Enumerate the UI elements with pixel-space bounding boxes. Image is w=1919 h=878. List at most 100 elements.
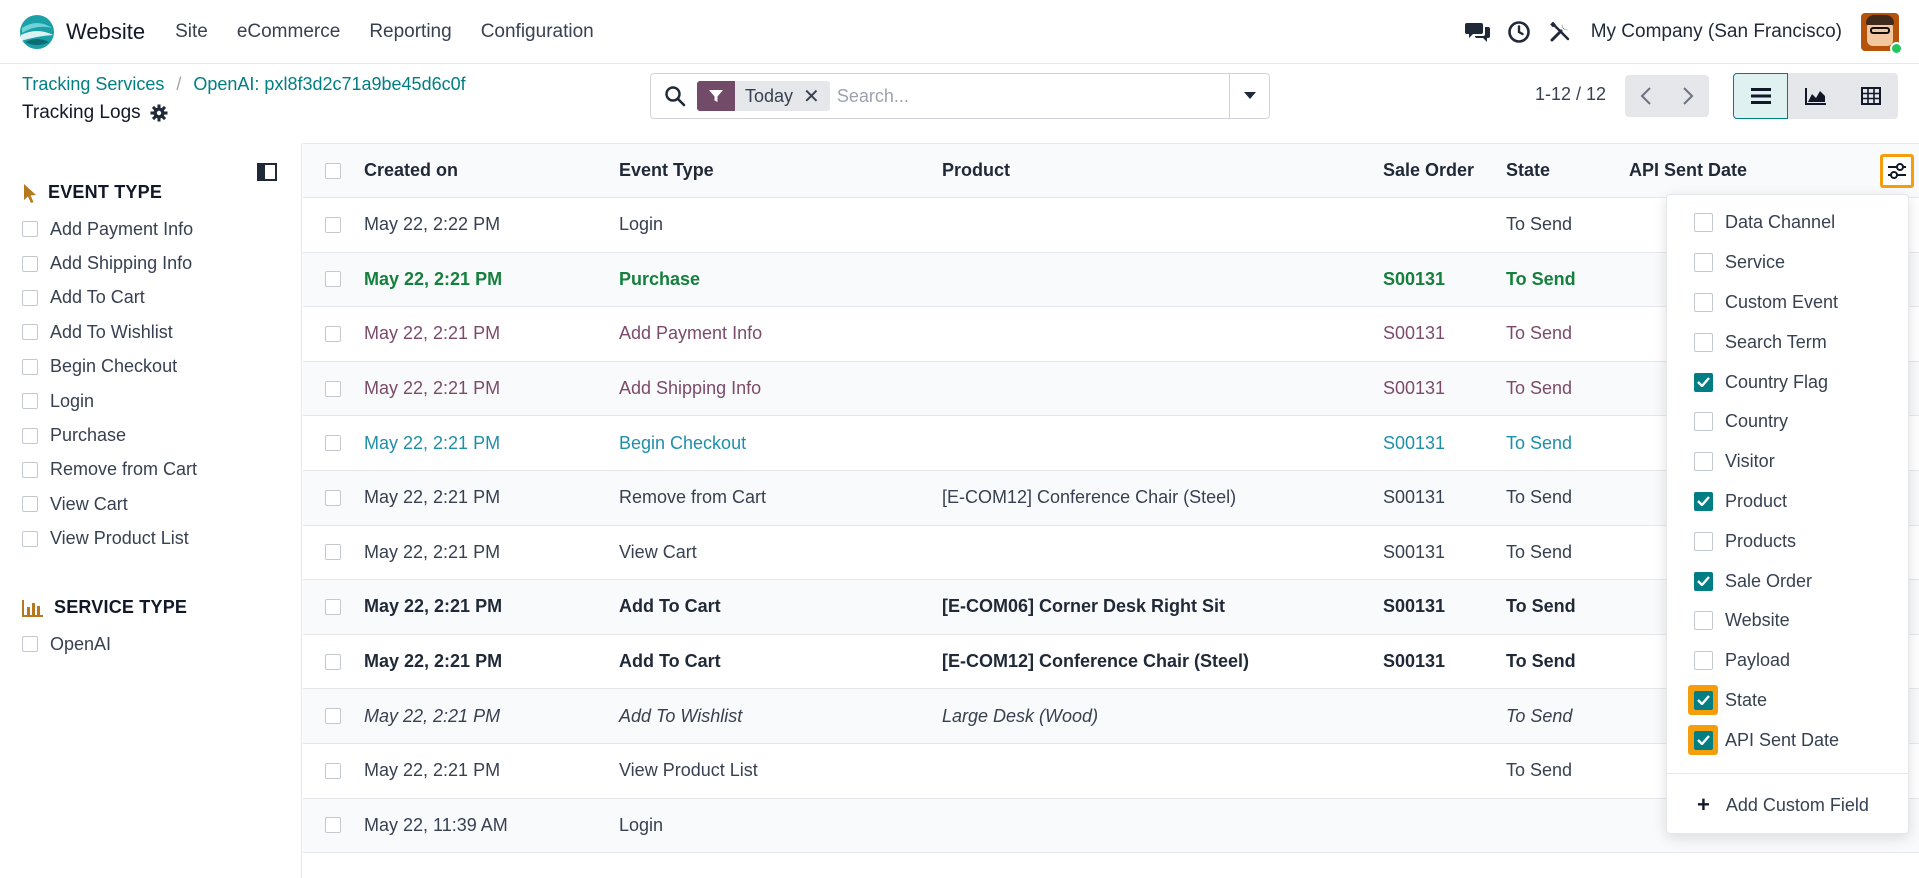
row-checkbox[interactable]: [325, 271, 341, 288]
optional-columns-toggle[interactable]: [1880, 154, 1914, 188]
event-type-filter-item[interactable]: View Cart: [22, 487, 197, 521]
gear-icon[interactable]: [150, 104, 168, 122]
service-type-filter-checkbox[interactable]: [22, 636, 38, 653]
cell-state: To Send: [1506, 214, 1573, 235]
event-type-filter-checkbox[interactable]: [22, 461, 38, 478]
optional-column-item[interactable]: Visitor: [1667, 442, 1908, 482]
select-all-checkbox[interactable]: [325, 162, 341, 179]
clock-icon[interactable]: [1505, 18, 1533, 46]
optional-column-checkbox[interactable]: [1693, 730, 1713, 750]
event-type-filter-checkbox[interactable]: [22, 324, 38, 341]
event-type-filter-item[interactable]: Add Payment Info: [22, 212, 197, 246]
event-type-filter-item[interactable]: Login: [22, 384, 197, 418]
optional-column-item[interactable]: Country Flag: [1667, 362, 1908, 402]
breadcrumb-tracking-services[interactable]: Tracking Services: [22, 74, 164, 95]
optional-column-checkbox[interactable]: [1694, 253, 1713, 273]
optional-column-checkbox[interactable]: [1694, 491, 1713, 511]
pager-value[interactable]: 1-12 / 12: [1535, 84, 1606, 105]
chat-icon[interactable]: [1464, 18, 1492, 46]
event-type-filter-checkbox[interactable]: [22, 358, 38, 375]
column-event-type[interactable]: Event Type: [619, 144, 714, 197]
optional-column-item[interactable]: Country: [1667, 402, 1908, 442]
event-type-filter-checkbox[interactable]: [22, 255, 38, 272]
menu-ecommerce[interactable]: eCommerce: [237, 21, 340, 43]
optional-column-item[interactable]: API Sent Date: [1667, 720, 1908, 760]
add-custom-field-label: Add Custom Field: [1725, 794, 1869, 815]
event-type-filter-item[interactable]: Add To Cart: [22, 281, 197, 315]
optional-column-item[interactable]: Custom Event: [1667, 283, 1908, 323]
breadcrumb-openai-service[interactable]: OpenAI: pxl8f3d2c71a9be45d6c0f: [193, 74, 465, 95]
event-type-filter-checkbox[interactable]: [22, 530, 38, 547]
row-checkbox[interactable]: [325, 435, 341, 452]
cell-product: Large Desk (Wood): [942, 705, 1099, 726]
column-product[interactable]: Product: [942, 144, 1010, 197]
collapse-panel-icon[interactable]: [257, 163, 277, 181]
row-checkbox[interactable]: [325, 762, 341, 779]
row-checkbox[interactable]: [325, 325, 341, 342]
row-checkbox[interactable]: [325, 544, 341, 561]
row-checkbox[interactable]: [325, 216, 341, 233]
column-api-sent-date[interactable]: API Sent Date: [1629, 144, 1747, 197]
list-view-button[interactable]: [1733, 73, 1788, 119]
optional-column-label: Country: [1725, 411, 1789, 432]
optional-column-item[interactable]: Products: [1667, 521, 1908, 561]
optional-column-item[interactable]: Product: [1667, 482, 1908, 522]
column-state[interactable]: State: [1506, 144, 1550, 197]
optional-column-checkbox[interactable]: [1693, 690, 1713, 710]
menu-site[interactable]: Site: [175, 21, 208, 43]
event-type-filter-item[interactable]: Add To Wishlist: [22, 315, 197, 349]
row-checkbox[interactable]: [325, 380, 341, 397]
event-type-filter-checkbox[interactable]: [22, 427, 38, 444]
pivot-view-button[interactable]: [1843, 73, 1898, 119]
add-custom-field-button[interactable]: + Add Custom Field: [1697, 792, 1869, 818]
menu-reporting[interactable]: Reporting: [369, 21, 451, 43]
company-switcher[interactable]: My Company (San Francisco): [1591, 21, 1842, 43]
optional-column-checkbox[interactable]: [1694, 213, 1713, 233]
optional-column-item[interactable]: Website: [1667, 601, 1908, 641]
optional-column-item[interactable]: Payload: [1667, 641, 1908, 681]
optional-column-label: Search Term: [1725, 331, 1827, 352]
optional-column-item[interactable]: State: [1667, 681, 1908, 721]
event-type-filter-item[interactable]: Purchase: [22, 418, 197, 452]
event-type-filter-checkbox[interactable]: [22, 221, 38, 238]
menu-configuration[interactable]: Configuration: [481, 21, 594, 43]
optional-column-checkbox[interactable]: [1694, 412, 1713, 432]
optional-column-checkbox[interactable]: [1694, 292, 1713, 312]
optional-column-item[interactable]: Data Channel: [1667, 203, 1908, 243]
event-type-filter-item[interactable]: View Product List: [22, 522, 197, 556]
event-type-filter-checkbox[interactable]: [22, 289, 38, 306]
search-icon[interactable]: [664, 85, 686, 107]
event-type-filter-item[interactable]: Begin Checkout: [22, 350, 197, 384]
row-checkbox[interactable]: [325, 817, 341, 834]
graph-view-button[interactable]: [1788, 73, 1843, 119]
search-options-toggle[interactable]: [1229, 74, 1269, 118]
service-type-filter-item[interactable]: OpenAI: [22, 627, 187, 661]
pager-next-button[interactable]: [1667, 75, 1709, 117]
event-type-filter-checkbox[interactable]: [22, 393, 38, 410]
optional-column-checkbox[interactable]: [1694, 452, 1713, 472]
event-type-filter-item[interactable]: Add Shipping Info: [22, 246, 197, 280]
optional-column-checkbox[interactable]: [1694, 372, 1713, 392]
facet-remove-icon[interactable]: ✕: [803, 84, 820, 109]
column-created-on[interactable]: Created on: [364, 144, 458, 197]
optional-column-checkbox[interactable]: [1694, 531, 1713, 551]
row-checkbox[interactable]: [325, 598, 341, 615]
pager-previous-button[interactable]: [1625, 75, 1667, 117]
optional-column-checkbox[interactable]: [1694, 611, 1713, 631]
search-input[interactable]: [834, 84, 1215, 108]
optional-column-item[interactable]: Service: [1667, 243, 1908, 283]
row-checkbox[interactable]: [325, 653, 341, 670]
optional-column-item[interactable]: Sale Order: [1667, 561, 1908, 601]
optional-column-checkbox[interactable]: [1694, 571, 1713, 591]
event-type-filter-item[interactable]: Remove from Cart: [22, 453, 197, 487]
user-avatar[interactable]: [1861, 12, 1903, 55]
app-brand[interactable]: Website: [19, 14, 175, 50]
column-sale-order[interactable]: Sale Order: [1383, 144, 1474, 197]
optional-column-item[interactable]: Search Term: [1667, 322, 1908, 362]
optional-column-checkbox[interactable]: [1694, 651, 1713, 671]
event-type-filter-checkbox[interactable]: [22, 496, 38, 513]
wrench-icon[interactable]: [1546, 18, 1574, 46]
row-checkbox[interactable]: [325, 708, 341, 725]
row-checkbox[interactable]: [325, 489, 341, 506]
optional-column-checkbox[interactable]: [1694, 332, 1713, 352]
